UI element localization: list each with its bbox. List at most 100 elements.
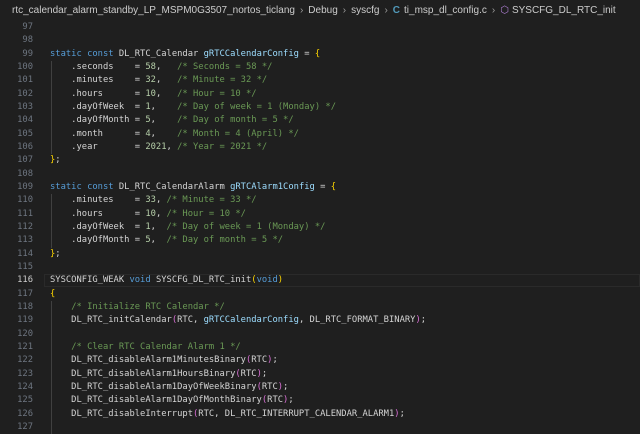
code-line[interactable]: 115 bbox=[0, 261, 640, 274]
code-token: gRTCCalendarConfig bbox=[203, 48, 299, 59]
line-number: 122 bbox=[17, 355, 33, 366]
line-number: 120 bbox=[17, 328, 33, 339]
code-line[interactable]: 109 static const DL_RTC_CalendarAlarm gRT… bbox=[0, 181, 640, 194]
code-line[interactable]: 116 SYSCONFIG_WEAK void SYSCFG_DL_RTC_ini… bbox=[0, 274, 640, 287]
code-token: static const bbox=[50, 48, 119, 59]
breadcrumb-project[interactable]: rtc_calendar_alarm_standby_LP_MSPM0G3507… bbox=[12, 5, 295, 16]
code-token: ; bbox=[399, 408, 405, 419]
code-token: /* Month = 4 (April) */ bbox=[177, 128, 299, 139]
code-token: , DL_RTC_FORMAT_BINARY bbox=[298, 315, 416, 326]
code-text: { bbox=[50, 288, 55, 301]
code-token: DL_RTC_Calendar bbox=[118, 48, 204, 59]
breadcrumb-symbol[interactable]: SYSCFG_DL_RTC_init bbox=[512, 5, 616, 16]
code-line[interactable]: 100 .seconds = 58, /* Seconds = 58 */ bbox=[0, 60, 640, 75]
line-number: 106 bbox=[17, 141, 33, 152]
breadcrumb-syscfg[interactable]: syscfg bbox=[351, 5, 379, 16]
code-token: , bbox=[166, 141, 178, 152]
code-token: /* Clear RTC Calendar Alarm 1 */ bbox=[71, 341, 241, 352]
code-line[interactable]: 101 .minutes = 32, /* Minute = 32 */ bbox=[0, 74, 640, 88]
code-line[interactable]: 97 bbox=[0, 21, 640, 34]
code-token: ; bbox=[55, 155, 61, 166]
code-line[interactable]: 107}; bbox=[0, 154, 640, 167]
code-token: gRTCCalendarConfig bbox=[203, 315, 299, 326]
code-line[interactable]: 119 DL_RTC_initCalendar(RTC, gRTCCalenda… bbox=[0, 314, 640, 328]
code-line[interactable]: 126 DL_RTC_disableInterrupt(RTC, DL_RTC_… bbox=[0, 407, 640, 421]
code-text: .minutes = 33, /* Minute = 33 */ bbox=[50, 194, 256, 207]
code-token: RTC bbox=[240, 368, 257, 379]
code-line[interactable]: 123 DL_RTC_disableAlarm1HoursBinary(RTC)… bbox=[0, 367, 640, 381]
code-token: , bbox=[150, 101, 178, 112]
code-token: .minutes = bbox=[50, 195, 146, 206]
code-text: .dayOfWeek = 1, /* Day of week = 1 (Mond… bbox=[50, 221, 325, 234]
code-token: /* Minute = 32 */ bbox=[177, 75, 268, 86]
code-token: static const bbox=[50, 181, 119, 192]
code-text: .hours = 10, /* Hour = 10 */ bbox=[50, 208, 246, 221]
code-editor[interactable]: 97 98 99 static const DL_RTC_Calendar gRTCC… bbox=[0, 21, 640, 434]
code-token: /* Hour = 10 */ bbox=[166, 208, 246, 219]
code-line[interactable]: 99 static const DL_RTC_Calendar gRTCCalen… bbox=[0, 48, 640, 61]
line-number: 110 bbox=[17, 195, 33, 206]
code-line[interactable]: 117 { bbox=[0, 288, 640, 301]
code-line[interactable]: 121 /* Clear RTC Calendar Alarm 1 */ bbox=[0, 340, 640, 355]
code-line[interactable]: 124 DL_RTC_disableAlarm1DayOfWeekBinary(… bbox=[0, 380, 640, 395]
code-text: }; bbox=[50, 248, 61, 261]
code-token: = bbox=[298, 48, 315, 59]
chevron-right-icon: › bbox=[342, 4, 347, 16]
code-line[interactable]: 105 .month = 4, /* Month = 4 (April) */ bbox=[0, 127, 640, 141]
code-token: 2021 bbox=[145, 141, 167, 152]
code-line[interactable]: 127 bbox=[0, 420, 640, 434]
code-token: , bbox=[155, 61, 178, 72]
code-token: RTC, DL_RTC_INTERRUPT_CALENDAR_ALARM1 bbox=[198, 408, 395, 419]
line-number: 98 bbox=[22, 35, 33, 46]
code-line[interactable]: 120 bbox=[0, 327, 640, 341]
code-token: 32 bbox=[145, 75, 156, 86]
breadcrumb: rtc_calendar_alarm_standby_LP_MSPM0G3507… bbox=[0, 0, 640, 20]
code-token: ; bbox=[283, 381, 289, 392]
chevron-right-icon: › bbox=[299, 4, 304, 16]
code-line[interactable]: 112 .dayOfWeek = 1, /* Day of week = 1 (… bbox=[0, 220, 640, 235]
code-line[interactable]: 106 .year = 2021, /* Year = 2021 */ bbox=[0, 140, 640, 155]
line-number: 125 bbox=[17, 395, 33, 406]
code-text: DL_RTC_disableInterrupt(RTC, DL_RTC_INTE… bbox=[50, 408, 405, 421]
code-line[interactable]: 103 .dayOfWeek = 1, /* Day of week = 1 (… bbox=[0, 100, 640, 115]
code-token: DL_RTC_disableAlarm1HoursBinary bbox=[50, 368, 236, 379]
code-line[interactable]: 98 bbox=[0, 34, 640, 47]
code-line[interactable]: 113 .dayOfMonth = 5, /* Day of month = 5… bbox=[0, 234, 640, 248]
line-number: 114 bbox=[17, 248, 33, 259]
code-line[interactable]: 108 bbox=[0, 168, 640, 181]
code-token: /* Initialize RTC Calendar */ bbox=[71, 301, 225, 312]
code-line[interactable]: 114}; bbox=[0, 248, 640, 261]
code-line[interactable]: 111 .hours = 10, /* Hour = 10 */ bbox=[0, 207, 640, 221]
code-token: 33 bbox=[145, 195, 156, 206]
code-text: .dayOfMonth = 5, /* Day of month = 5 */ bbox=[50, 114, 293, 127]
code-token: , bbox=[150, 235, 167, 246]
line-number: 121 bbox=[17, 341, 33, 352]
code-token: 10 bbox=[145, 88, 156, 99]
code-token: /* Hour = 10 */ bbox=[177, 88, 257, 99]
code-line[interactable]: 102 .hours = 10, /* Hour = 10 */ bbox=[0, 87, 640, 101]
code-line[interactable]: 125 DL_RTC_disableAlarm1DayOfMonthBinary… bbox=[0, 394, 640, 408]
code-text: .year = 2021, /* Year = 2021 */ bbox=[50, 141, 267, 154]
code-text: DL_RTC_disableAlarm1DayOfMonthBinary(RTC… bbox=[50, 394, 294, 407]
line-number: 126 bbox=[17, 408, 33, 419]
code-line[interactable]: 110 .minutes = 33, /* Minute = 33 */ bbox=[0, 194, 640, 208]
code-line[interactable]: 118 /* Initialize RTC Calendar */ bbox=[0, 300, 640, 315]
code-token: ; bbox=[261, 368, 268, 379]
breadcrumb-debug[interactable]: Debug bbox=[308, 5, 337, 16]
c-file-icon: C bbox=[392, 4, 401, 16]
code-line[interactable]: 104 .dayOfMonth = 5, /* Day of month = 5… bbox=[0, 114, 640, 128]
code-text: static const DL_RTC_Calendar gRTCCalenda… bbox=[50, 48, 320, 61]
code-token: { bbox=[330, 181, 337, 192]
code-token: , bbox=[150, 115, 178, 126]
code-token: DL_RTC_initCalendar bbox=[50, 315, 172, 326]
code-token: ; bbox=[288, 395, 294, 406]
code-line[interactable]: 122 DL_RTC_disableAlarm1MinutesBinary(RT… bbox=[0, 354, 640, 368]
line-number: 117 bbox=[17, 288, 33, 299]
code-token: .year = bbox=[50, 141, 146, 152]
code-token: 10 bbox=[145, 208, 156, 219]
line-number: 100 bbox=[17, 61, 33, 72]
breadcrumb-file[interactable]: ti_msp_dl_config.c bbox=[404, 5, 487, 16]
code-token: , bbox=[155, 88, 178, 99]
code-token: /* Day of week = 1 (Monday) */ bbox=[166, 221, 326, 232]
code-text: SYSCONFIG_WEAK void SYSCFG_DL_RTC_init(v… bbox=[50, 274, 283, 287]
